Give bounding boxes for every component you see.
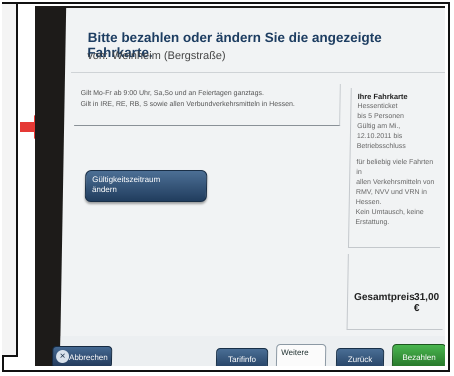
header-divider [71,72,445,73]
tariff-info-button[interactable]: Tarifinfo [215,348,269,366]
period-button-label: ändern [91,185,117,194]
cancel-label: Abbrechen [68,353,108,362]
pay-button[interactable]: Bezahlen [391,344,445,366]
change-validity-period-button[interactable]: Gültigkeitszeitraum ändern [84,170,208,202]
photo: Bitte bezahlen oder ändern Sie die angez… [35,6,445,366]
ticket-line: Betriebsschluss [356,143,406,150]
close-circle-icon: × [55,350,70,363]
ticket-line: RMV, NVV und VRN in Hessen. [355,189,427,206]
bottom-button-bar: × Abbrechen Tarifinfo Weitere Zurück Bez… [51,336,445,366]
validity-line: Gilt Mo-Fr ab 9:00 Uhr, Sa,So und an Fei… [80,90,265,97]
ticket-line: allen Verkehrsmitteln von [356,179,435,186]
validity-line: Gilt in IRE, RE, RB, S sowie allen Verbu… [80,101,295,108]
period-button-label: Gültigkeitszeitraum [92,175,161,184]
from-station: Weinheim (Bergstraße) [112,50,226,62]
left-context-panel [2,2,18,357]
cancel-button[interactable]: × Abbrechen [51,346,113,366]
total-price-box: Gesamtpreis 31,00 € [346,254,444,330]
ticket-line: Kein Umtausch, keine [355,209,424,216]
origin-line: von: Weinheim (Bergstraße) [87,50,387,62]
ticket-line: Erstattung. [355,219,390,226]
ticket-line: für beliebig viele Fahrten in [356,159,434,176]
total-label: Gesamtpreis [354,292,415,303]
ticket-summary-panel: Ihre Fahrkarte Hessenticket bis 5 Person… [347,88,443,248]
ticket-line: Hessenticket [357,103,398,110]
from-label: von: [87,50,109,62]
back-button[interactable]: Zurück [335,348,385,366]
ticket-machine-screen: Bitte bezahlen oder ändern Sie die angez… [51,8,445,366]
ticket-heading: Ihre Fahrkarte [357,92,408,101]
ticket-line: Gültig am Mi., 12.10.2011 bis [356,123,403,140]
validity-info: Gilt Mo-Fr ab 9:00 Uhr, Sa,So und an Fei… [74,84,341,126]
more-options-button[interactable]: Weitere [275,344,327,366]
total-amount: 31,00 € [413,292,440,314]
ticket-line: bis 5 Personen [357,113,405,120]
